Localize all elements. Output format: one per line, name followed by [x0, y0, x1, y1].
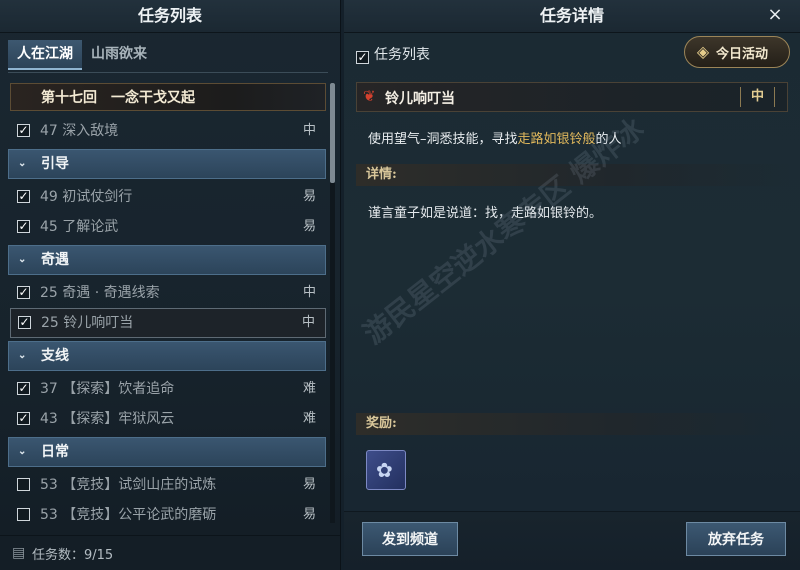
- tab-divider: [8, 72, 328, 73]
- section-label: 支线: [41, 348, 69, 364]
- description-highlight: 走路如银铃般: [517, 132, 596, 147]
- scroll-document-icon: ▤: [12, 545, 26, 561]
- quest-row[interactable]: ✓ 49 初试仗剑行 易: [10, 182, 326, 212]
- task-detail-title: 任务详情: [344, 0, 800, 33]
- task-list-title: 任务列表: [0, 0, 340, 33]
- quest-level: 25: [41, 315, 59, 331]
- checkbox-checked[interactable]: ✓: [356, 51, 369, 64]
- chevron-down-icon: ⌄: [18, 158, 27, 169]
- quest-row[interactable]: ✓ 47 深入敌境 中: [10, 116, 326, 146]
- chapter-tabs: 人在江湖 山雨欲来: [8, 40, 156, 70]
- abandon-task-button[interactable]: 放弃任务: [686, 522, 786, 556]
- quest-name: 【探索】牢狱风云: [62, 411, 175, 427]
- quest-difficulty: 难: [302, 411, 316, 426]
- chevron-down-icon: ⌄: [18, 350, 27, 361]
- details-text: 谨言童子如是说道：找，走路如银铃的。: [368, 206, 603, 221]
- section-guide[interactable]: ⌄ 引导: [8, 149, 326, 179]
- quest-level: 47: [40, 123, 58, 139]
- chapter-header[interactable]: 第十七回 一念干戈又起: [10, 83, 326, 111]
- quest-difficulty: 易: [302, 477, 316, 492]
- quest-name: 【探索】饮者追命: [62, 381, 175, 397]
- send-to-channel-button[interactable]: 发到频道: [362, 522, 458, 556]
- quest-row-selected[interactable]: ✓ 25 铃儿响叮当 中: [10, 308, 326, 338]
- chevron-down-icon: ⌄: [18, 254, 27, 265]
- quest-level: 43: [40, 411, 58, 427]
- quest-difficulty-badge: 中: [739, 87, 775, 107]
- tab-shan-yu-yu-lai[interactable]: 山雨欲来: [82, 40, 156, 68]
- detail-footer: 发到频道 放弃任务: [344, 511, 800, 570]
- quest-row[interactable]: ✓ 37 【探索】饮者追命 难: [10, 374, 326, 404]
- maple-leaf-icon: ❦: [363, 87, 376, 105]
- checkbox-unchecked[interactable]: [17, 478, 30, 491]
- rewards-header: 奖励:: [356, 413, 790, 435]
- checkbox-unchecked[interactable]: [17, 508, 30, 521]
- close-icon[interactable]: ×: [764, 4, 786, 26]
- quest-difficulty: 易: [302, 189, 316, 204]
- section-encounter[interactable]: ⌄ 奇遇: [8, 245, 326, 275]
- quest-header: ❦ 铃儿响叮当 中: [356, 82, 788, 112]
- checkbox-checked[interactable]: ✓: [17, 382, 30, 395]
- task-list-toggle[interactable]: ✓ 任务列表: [356, 44, 430, 64]
- section-label: 奇遇: [41, 252, 69, 268]
- task-count: 任务数：9/15: [32, 548, 114, 563]
- description-text: 的人: [595, 132, 622, 147]
- quest-level: 37: [40, 381, 58, 397]
- quest-name: 了解论武: [62, 219, 119, 235]
- quest-name: 奇遇 · 奇遇线索: [62, 285, 160, 301]
- quest-difficulty: 中: [302, 123, 316, 138]
- quest-level: 49: [40, 189, 58, 205]
- quest-level: 25: [40, 285, 58, 301]
- checkbox-checked[interactable]: ✓: [17, 220, 30, 233]
- task-detail-panel: 任务详情 × ✓ 任务列表 ◈ 今日活动 ❦ 铃儿响叮当 中 使用望气–洞悉技能，…: [344, 0, 800, 570]
- task-list-panel: 任务列表 人在江湖 山雨欲来 第十七回 一念干戈又起 ✓ 47 深入敌境 中 ⌄…: [0, 0, 341, 570]
- quest-name: 铃儿响叮当: [63, 315, 134, 331]
- scrollbar-thumb[interactable]: [330, 83, 335, 183]
- quest-difficulty: 中: [301, 315, 315, 330]
- today-activity-button[interactable]: ◈ 今日活动: [684, 36, 790, 68]
- reward-bag-icon: ✿: [376, 458, 393, 482]
- section-label: 日常: [41, 444, 69, 460]
- toggle-label: 任务列表: [374, 47, 430, 63]
- quest-name: 【竞技】公平论武的磨砺: [62, 507, 217, 523]
- checkbox-checked[interactable]: ✓: [17, 412, 30, 425]
- quest-row[interactable]: ✓ 25 奇遇 · 奇遇线索 中: [10, 278, 326, 308]
- quest-title: 铃儿响叮当: [385, 91, 455, 107]
- quest-name: 深入敌境: [62, 123, 119, 139]
- checkbox-checked[interactable]: ✓: [17, 286, 30, 299]
- tab-ren-zai-jiang-hu[interactable]: 人在江湖: [8, 40, 82, 70]
- checkbox-checked[interactable]: ✓: [18, 316, 31, 329]
- quest-name: 【竞技】试剑山庄的试炼: [62, 477, 217, 493]
- quest-level: 53: [40, 507, 58, 523]
- quest-name: 初试仗剑行: [62, 189, 133, 205]
- section-daily[interactable]: ⌄ 日常: [8, 437, 326, 467]
- quest-level: 53: [40, 477, 58, 493]
- description-text: 使用望气–洞悉技能，寻找: [368, 132, 518, 147]
- task-count-footer: ▤ 任务数：9/15: [0, 535, 340, 570]
- quest-difficulty: 中: [302, 285, 316, 300]
- quest-row[interactable]: ✓ 45 了解论武 易: [10, 212, 326, 242]
- quest-row[interactable]: 53 【竞技】公平论武的磨砺 易: [10, 500, 326, 530]
- quest-difficulty: 难: [302, 381, 316, 396]
- details-header: 详情:: [356, 164, 790, 186]
- quest-description: 使用望气–洞悉技能，寻找走路如银铃般的人: [368, 128, 622, 147]
- quest-list: ✓ 47 深入敌境 中 ⌄ 引导 ✓ 49 初试仗剑行 易 ✓ 45 了解论武 …: [8, 116, 326, 530]
- chevron-down-icon: ⌄: [18, 446, 27, 457]
- quest-difficulty: 易: [302, 219, 316, 234]
- checkbox-checked[interactable]: ✓: [17, 124, 30, 137]
- today-activity-label: 今日活动: [716, 47, 769, 62]
- lantern-icon: ◈: [696, 42, 710, 61]
- section-label: 引导: [41, 156, 69, 172]
- quest-row[interactable]: ✓ 43 【探索】牢狱风云 难: [10, 404, 326, 434]
- quest-level: 45: [40, 219, 58, 235]
- quest-difficulty: 易: [302, 507, 316, 522]
- section-side[interactable]: ⌄ 支线: [8, 341, 326, 371]
- reward-item-slot[interactable]: ✿: [366, 450, 406, 490]
- checkbox-checked[interactable]: ✓: [17, 190, 30, 203]
- quest-row[interactable]: 53 【竞技】试剑山庄的试炼 易: [10, 470, 326, 500]
